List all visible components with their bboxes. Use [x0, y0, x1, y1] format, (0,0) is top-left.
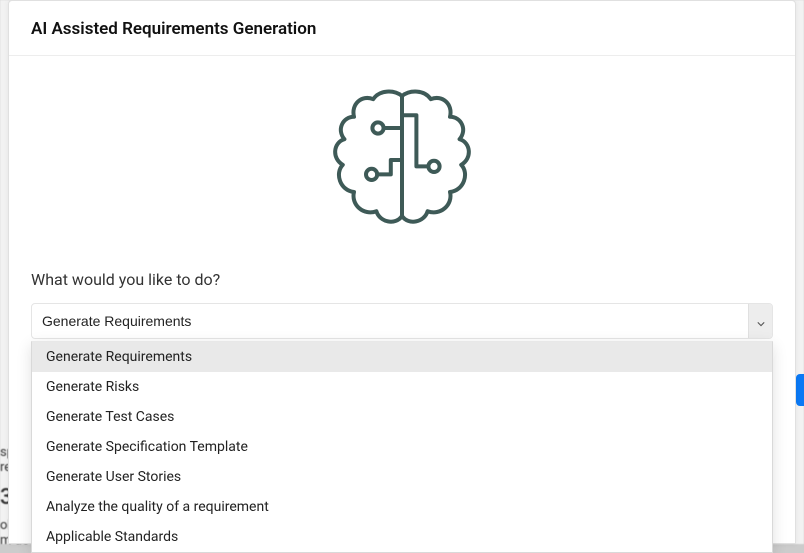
action-input[interactable]: [32, 304, 748, 338]
ai-requirements-modal: AI Assisted Requirements Generation: [8, 0, 796, 544]
dropdown-option[interactable]: Generate Specification Template: [32, 432, 772, 462]
brain-illustration: [31, 80, 773, 244]
dropdown-option[interactable]: Generate Risks: [32, 372, 772, 402]
hidden-side-button[interactable]: [796, 374, 804, 406]
caret-down-icon: [757, 312, 765, 331]
modal-header: AI Assisted Requirements Generation: [9, 1, 795, 56]
dropdown-option[interactable]: Generate Requirements: [32, 342, 772, 372]
modal-body: What would you like to do? Generate Requ…: [9, 56, 795, 543]
combobox-toggle[interactable]: [748, 304, 772, 338]
combobox-field[interactable]: [31, 303, 773, 339]
modal-title: AI Assisted Requirements Generation: [31, 19, 773, 39]
dropdown-option[interactable]: Generate Test Cases: [32, 402, 772, 432]
prompt-label: What would you like to do?: [31, 270, 773, 289]
dropdown-option[interactable]: Generate User Stories: [32, 462, 772, 492]
action-combobox: Generate RequirementsGenerate RisksGener…: [31, 303, 773, 339]
dropdown-option[interactable]: Analyze the quality of a requirement: [32, 492, 772, 522]
dropdown-option[interactable]: Applicable Standards: [32, 522, 772, 552]
brain-circuit-icon: [322, 80, 482, 244]
action-dropdown: Generate RequirementsGenerate RisksGener…: [31, 341, 773, 553]
